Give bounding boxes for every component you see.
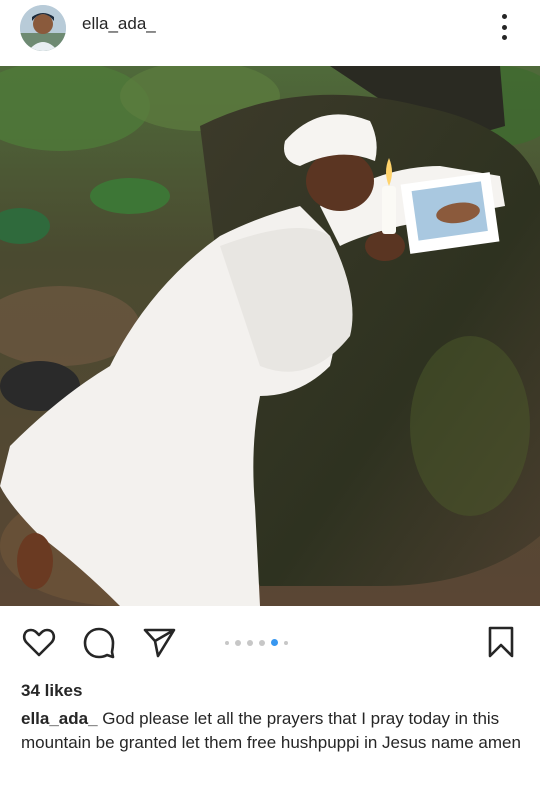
post-header: ella_ada_ xyxy=(0,0,540,66)
username-link[interactable]: ella_ada_ xyxy=(82,14,156,34)
send-icon[interactable] xyxy=(141,624,177,660)
carousel-dot xyxy=(235,639,241,646)
post-photo[interactable] xyxy=(0,66,540,606)
likes-count[interactable]: 34 likes xyxy=(21,681,82,701)
post-actions xyxy=(0,606,540,676)
bookmark-icon[interactable] xyxy=(483,624,519,660)
carousel-indicator xyxy=(225,639,288,646)
heart-icon[interactable] xyxy=(21,624,57,660)
post-image xyxy=(0,66,540,606)
avatar[interactable] xyxy=(20,5,66,51)
carousel-dot-active xyxy=(271,639,278,646)
more-options-icon[interactable] xyxy=(492,12,516,42)
caption-username[interactable]: ella_ada_ xyxy=(21,709,98,728)
avatar-image xyxy=(20,5,66,51)
comment-icon[interactable] xyxy=(81,624,117,660)
carousel-dot xyxy=(284,640,288,645)
post-caption: ella_ada_ God please let all the prayers… xyxy=(21,707,521,755)
carousel-dot xyxy=(259,639,265,646)
carousel-dot xyxy=(247,639,253,646)
carousel-dot xyxy=(225,640,229,645)
